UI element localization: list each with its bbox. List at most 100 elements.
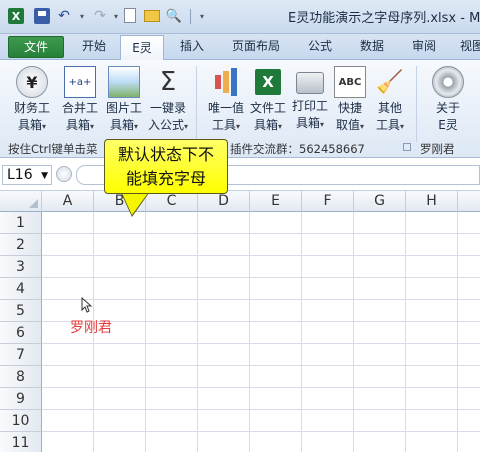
dropdown-caret-icon: ▾ <box>90 122 95 131</box>
grid-line <box>353 212 354 452</box>
button-label-2: 入公式▾ <box>142 117 194 135</box>
ribbon-group-separator <box>196 66 197 142</box>
button-label-text: 工具 <box>375 118 400 132</box>
formula-bar: L16 ▼ <box>0 159 480 191</box>
row-header-3[interactable]: 3 <box>0 256 42 278</box>
disc-icon <box>432 66 464 98</box>
about-eling-button[interactable]: 关于 E灵 <box>422 64 474 136</box>
row-header-6[interactable]: 6 <box>0 322 42 344</box>
quick-formula-button[interactable]: Σ 一键录 入公式▾ <box>142 64 194 136</box>
row-header-11[interactable]: 11 <box>0 432 42 452</box>
save-icon[interactable] <box>34 8 50 24</box>
customize-toolbar-icon[interactable]: ▾ <box>194 8 210 24</box>
grid-line <box>42 409 480 410</box>
merge-icon: +a+ <box>64 66 96 98</box>
open-folder-icon[interactable] <box>144 10 160 22</box>
grid-line <box>405 212 406 452</box>
callout-line-1: 默认状态下不 <box>117 145 214 164</box>
other-tools-button[interactable]: 🧹 其他 工具▾ <box>364 64 416 136</box>
button-label: 财务工 <box>13 101 50 115</box>
grid-line <box>42 233 480 234</box>
ribbon: ¥ 财务工 具箱▾ +a+ 合并工 具箱▾ 图片工 具箱▾ Σ 一键录 入公式▾… <box>0 60 480 158</box>
excel-x-icon: X <box>255 69 281 95</box>
print-preview-icon[interactable]: 🔍 <box>166 8 182 24</box>
column-header-h[interactable]: H <box>406 191 458 212</box>
button-label-text: 取值 <box>335 118 360 132</box>
row-header-2[interactable]: 2 <box>0 234 42 256</box>
excel-icon: X <box>252 66 284 98</box>
grid-line <box>42 387 480 388</box>
tab-file[interactable]: 文件 <box>8 36 64 58</box>
grid-line <box>42 299 480 300</box>
tab-review[interactable]: 审阅 <box>402 34 446 60</box>
title-bar: X ↶ ▾ ↷ ▾ 🔍 ▾ E灵功能演示之字母序列.xlsx - Micro <box>0 0 480 34</box>
tab-home[interactable]: 开始 <box>72 34 116 60</box>
bar-blue <box>231 68 237 96</box>
column-header-g[interactable]: G <box>354 191 406 212</box>
button-label-2: 工具▾ <box>364 117 416 135</box>
tab-insert[interactable]: 插入 <box>170 34 214 60</box>
excel-logo-icon[interactable]: X <box>8 8 24 24</box>
window-title: E灵功能演示之字母序列.xlsx - Micro <box>288 11 480 26</box>
dropdown-caret-icon: ▾ <box>400 122 405 131</box>
button-label: 一键录 <box>149 101 186 115</box>
column-header-a[interactable]: A <box>42 191 94 212</box>
formula-expand-icon[interactable] <box>56 166 72 182</box>
sigma-icon: Σ <box>159 67 177 97</box>
button-label-text: 具箱 <box>109 118 134 132</box>
row-header-8[interactable]: 8 <box>0 366 42 388</box>
undo-dropdown-icon[interactable]: ▾ <box>74 8 90 24</box>
dropdown-caret-icon: ▾ <box>184 122 189 131</box>
tab-formulas[interactable]: 公式 <box>296 34 344 60</box>
row-header-4[interactable]: 4 <box>0 278 42 300</box>
finance-toolbox-button[interactable]: ¥ 财务工 具箱▾ <box>6 64 58 136</box>
button-label-text: 入公式 <box>147 118 184 132</box>
grid-line <box>301 212 302 452</box>
column-header-f[interactable]: F <box>302 191 354 212</box>
button-label-text: 具箱 <box>295 116 320 130</box>
row-header-1[interactable]: 1 <box>0 212 42 234</box>
new-file-icon[interactable] <box>124 8 136 23</box>
column-header-d[interactable]: D <box>198 191 250 212</box>
select-all-corner[interactable] <box>0 191 42 212</box>
row-header-7[interactable]: 7 <box>0 344 42 366</box>
column-header-c[interactable]: C <box>146 191 198 212</box>
redo-icon[interactable]: ↷ <box>92 8 108 24</box>
button-label-text: 工具 <box>211 118 236 132</box>
row-header-5[interactable]: 5 <box>0 300 42 322</box>
undo-icon[interactable]: ↶ <box>56 8 72 24</box>
button-label-text: 具箱 <box>253 118 278 132</box>
callout-line-2: 能填充字母 <box>125 169 206 188</box>
row-header-9[interactable]: 9 <box>0 388 42 410</box>
name-box[interactable]: L16 ▼ <box>2 165 52 185</box>
grid-line <box>145 212 146 452</box>
grid-line <box>42 431 480 432</box>
chevron-down-icon[interactable]: ▼ <box>41 167 48 185</box>
mouse-pointer-icon <box>81 297 92 313</box>
toolbar-separator <box>190 9 191 24</box>
ribbon-group-caption: 插件交流群：562458667 <box>230 142 365 156</box>
grid-line <box>42 365 480 366</box>
row-header-10[interactable]: 10 <box>0 410 42 432</box>
button-label-text: 具箱 <box>65 118 90 132</box>
tab-eling[interactable]: E灵 <box>120 35 164 62</box>
picture-icon <box>108 66 140 98</box>
dialog-launcher-icon[interactable] <box>403 143 411 151</box>
redo-dropdown-icon[interactable]: ▾ <box>108 8 124 24</box>
tab-data[interactable]: 数据 <box>350 34 394 60</box>
column-header-i[interactable] <box>458 191 480 212</box>
column-header-e[interactable]: E <box>250 191 302 212</box>
ribbon-hint-text: 按住Ctrl键单击菜 <box>8 142 98 156</box>
grid-line <box>42 255 480 256</box>
bar-orange <box>223 71 229 93</box>
button-label-text: 具箱 <box>17 118 42 132</box>
ribbon-author-caption: 罗刚君 <box>420 142 455 156</box>
callout-bubble: 默认状态下不 能填充字母 <box>104 139 228 194</box>
ribbon-tabs: 文件 开始 E灵 插入 页面布局 公式 数据 审阅 视图 <box>0 34 480 62</box>
ribbon-group-separator <box>416 66 417 142</box>
cell-a6-value[interactable]: 罗刚君 <box>70 317 112 337</box>
grid-line <box>197 212 198 452</box>
button-label-2: 具箱▾ <box>6 117 58 135</box>
tab-page-layout[interactable]: 页面布局 <box>222 34 290 60</box>
tab-view[interactable]: 视图 <box>452 34 480 60</box>
